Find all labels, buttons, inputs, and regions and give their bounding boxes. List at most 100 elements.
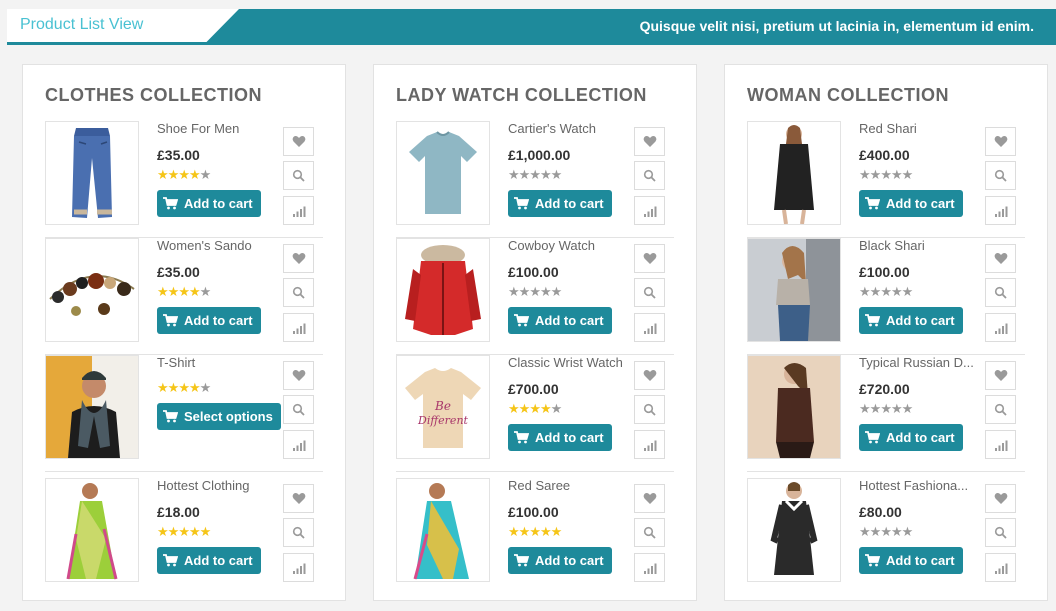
product-image[interactable]: [45, 121, 139, 225]
star-icon: ★: [508, 167, 520, 182]
star-icon: ★: [869, 401, 882, 416]
compare-button[interactable]: [985, 196, 1016, 225]
product-name[interactable]: Cowboy Watch: [508, 238, 626, 253]
compare-button[interactable]: [985, 430, 1016, 459]
wishlist-button[interactable]: [283, 244, 314, 273]
product-image[interactable]: [45, 478, 139, 582]
wishlist-button[interactable]: [283, 127, 314, 156]
product-name[interactable]: Cartier's Watch: [508, 121, 626, 136]
wishlist-button[interactable]: [985, 361, 1016, 390]
compare-button[interactable]: [634, 313, 665, 342]
wishlist-button[interactable]: [634, 484, 665, 513]
quick-view-button[interactable]: [634, 161, 665, 190]
heart-icon: [643, 369, 657, 382]
compare-button[interactable]: [283, 553, 314, 582]
quick-view-button[interactable]: [985, 278, 1016, 307]
rating-stars: ★★★★★: [859, 401, 913, 416]
product-name[interactable]: Hottest Clothing: [157, 478, 275, 493]
compare-button[interactable]: [634, 196, 665, 225]
quick-view-button[interactable]: [283, 161, 314, 190]
product-name[interactable]: Women's Sando: [157, 238, 275, 253]
product-image[interactable]: [747, 478, 841, 582]
rating-stars: ★★★★★: [508, 284, 562, 299]
quick-view-button[interactable]: [634, 395, 665, 424]
add-to-cart-button[interactable]: Add to cart: [508, 547, 612, 574]
wishlist-button[interactable]: [283, 361, 314, 390]
product-panel: CLOTHES COLLECTION Shoe For Men £35.00 ★…: [22, 64, 346, 601]
star-icon: ★: [178, 167, 190, 182]
star-icon: ★: [529, 167, 541, 182]
quick-view-button[interactable]: [985, 395, 1016, 424]
add-to-cart-button[interactable]: Add to cart: [157, 190, 261, 217]
product-image[interactable]: [45, 355, 139, 459]
wishlist-button[interactable]: [283, 484, 314, 513]
wishlist-button[interactable]: [985, 244, 1016, 273]
rating-stars: ★★★★★: [157, 381, 211, 394]
rating-stars: ★★★★★: [859, 525, 913, 538]
star-icon: ★: [529, 284, 541, 299]
compare-button[interactable]: [985, 553, 1016, 582]
star-icon: ★: [869, 284, 882, 299]
star-icon: ★: [539, 167, 552, 182]
header-tab[interactable]: Product List View: [7, 9, 239, 42]
product-name[interactable]: Red Shari: [859, 121, 977, 136]
product-image[interactable]: [396, 121, 490, 225]
product-panel: LADY WATCH COLLECTION Cartier's Watch £1…: [373, 64, 697, 601]
panel-title: LADY WATCH COLLECTION: [396, 85, 647, 105]
rating-stars: ★★★★★: [157, 284, 211, 299]
signal-bars-icon: [994, 204, 1008, 217]
product-item: Cartier's Watch £1,000.00 ★★★★★ Add to c…: [396, 121, 674, 238]
wishlist-button[interactable]: [634, 127, 665, 156]
quick-view-button[interactable]: [283, 278, 314, 307]
wishlist-button[interactable]: [985, 127, 1016, 156]
signal-bars-icon: [643, 321, 657, 334]
compare-button[interactable]: [283, 313, 314, 342]
product-image[interactable]: [747, 121, 841, 225]
product-image[interactable]: [747, 355, 841, 459]
quick-view-button[interactable]: [985, 161, 1016, 190]
quick-view-button[interactable]: [985, 518, 1016, 547]
star-icon: ★: [199, 524, 212, 539]
product-name[interactable]: Shoe For Men: [157, 121, 275, 136]
cart-button-label: Select options: [184, 409, 273, 424]
star-icon: ★: [178, 284, 190, 299]
add-to-cart-button[interactable]: Add to cart: [508, 307, 612, 334]
cart-icon: [163, 314, 178, 327]
add-to-cart-button[interactable]: Add to cart: [859, 190, 963, 217]
compare-button[interactable]: [283, 430, 314, 459]
product-item: Shoe For Men £35.00 ★★★★★ Add to cart: [45, 121, 323, 238]
product-image[interactable]: Be Different: [396, 355, 490, 459]
wishlist-button[interactable]: [634, 361, 665, 390]
quick-view-button[interactable]: [283, 395, 314, 424]
cart-icon: [865, 554, 880, 567]
add-to-cart-button[interactable]: Add to cart: [508, 424, 612, 451]
compare-button[interactable]: [283, 196, 314, 225]
add-to-cart-button[interactable]: Add to cart: [859, 424, 963, 451]
add-to-cart-button[interactable]: Add to cart: [157, 547, 261, 574]
add-to-cart-button[interactable]: Add to cart: [508, 190, 612, 217]
compare-button[interactable]: [634, 553, 665, 582]
product-name[interactable]: T-Shirt: [157, 355, 275, 370]
product-image[interactable]: [45, 238, 139, 342]
product-name[interactable]: Black Shari: [859, 238, 977, 253]
add-to-cart-button[interactable]: Select options: [157, 403, 281, 430]
quick-view-button[interactable]: [634, 518, 665, 547]
star-icon: ★: [880, 167, 892, 182]
compare-button[interactable]: [634, 430, 665, 459]
quick-view-button[interactable]: [283, 518, 314, 547]
add-to-cart-button[interactable]: Add to cart: [157, 307, 261, 334]
product-image[interactable]: [396, 238, 490, 342]
wishlist-button[interactable]: [985, 484, 1016, 513]
wishlist-button[interactable]: [634, 244, 665, 273]
quick-view-button[interactable]: [634, 278, 665, 307]
add-to-cart-button[interactable]: Add to cart: [859, 547, 963, 574]
product-name[interactable]: Typical Russian D...: [859, 355, 977, 370]
compare-button[interactable]: [985, 313, 1016, 342]
product-name[interactable]: Classic Wrist Watch: [508, 355, 626, 370]
product-image[interactable]: [396, 478, 490, 582]
product-name[interactable]: Red Saree: [508, 478, 626, 493]
product-image[interactable]: [747, 238, 841, 342]
add-to-cart-button[interactable]: Add to cart: [859, 307, 963, 334]
product-name[interactable]: Hottest Fashiona...: [859, 478, 977, 493]
star-icon: ★: [157, 524, 169, 539]
